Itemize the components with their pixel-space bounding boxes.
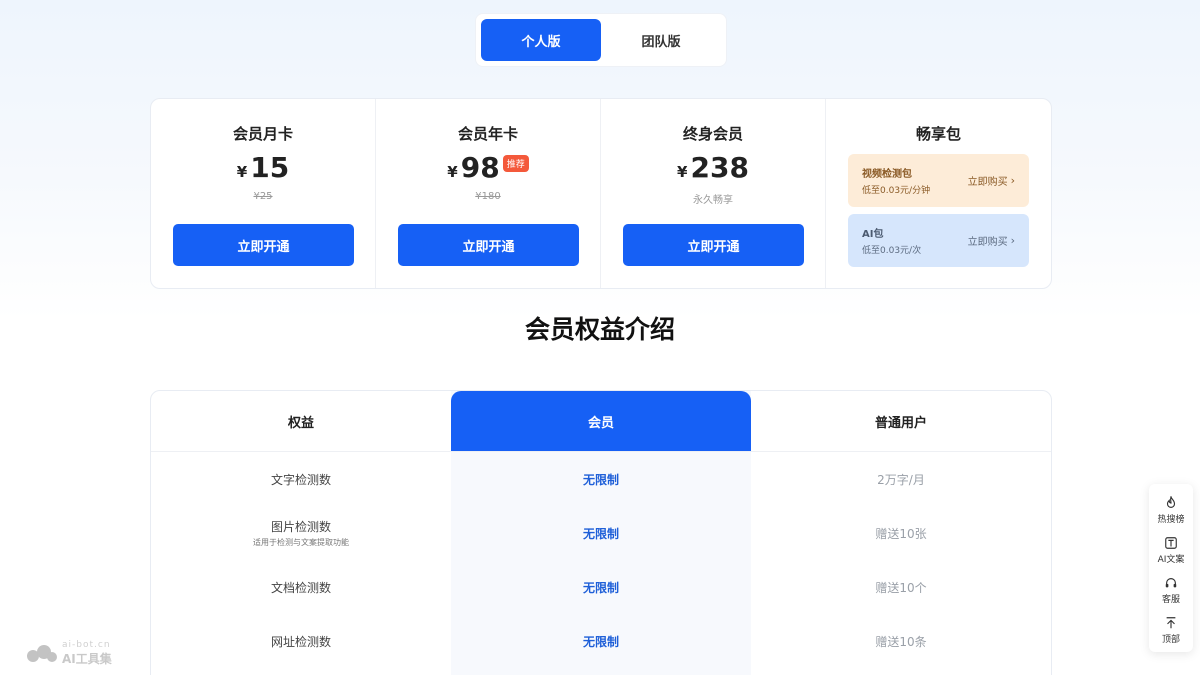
watermark-url: ai-bot.cn bbox=[62, 640, 111, 650]
text-box-icon bbox=[1165, 536, 1177, 549]
ai-copywriting-button[interactable]: AI文案 bbox=[1157, 530, 1185, 570]
activate-yearly-button[interactable]: 立即开通 bbox=[398, 224, 579, 266]
header-member: 会员 bbox=[451, 391, 751, 451]
plan-name: 会员年卡 bbox=[457, 125, 518, 143]
price-row: ¥ 238 bbox=[677, 151, 749, 185]
hot-search-button[interactable]: 热搜榜 bbox=[1157, 490, 1185, 530]
table-row: 文档检测数 无限制 赠送10个 bbox=[151, 560, 1051, 614]
benefit-label: 文档检测数 bbox=[151, 560, 451, 614]
header-benefit: 权益 bbox=[287, 415, 314, 431]
member-value: 无限制 bbox=[582, 526, 619, 541]
edition-tab-switch: 个人版 团队版 bbox=[475, 13, 727, 67]
member-value: 无限制 bbox=[582, 634, 619, 649]
buy-ai-pack-link[interactable]: 立即购买 › bbox=[968, 233, 1015, 248]
price-row: ¥ 15 bbox=[237, 151, 289, 185]
buy-link-label: 立即购买 bbox=[967, 177, 1008, 188]
free-value: 赠送10个 bbox=[875, 580, 927, 595]
plans-panel: 会员月卡 ¥ 15 ¥25 立即开通 会员年卡 ¥ 98 推荐 ¥180 立即开… bbox=[150, 98, 1052, 289]
pack-title: 视频检测包 bbox=[862, 169, 912, 180]
plan-lifetime: 终身会员 ¥ 238 永久畅享 立即开通 bbox=[601, 99, 826, 288]
chevron-right-icon: › bbox=[1010, 174, 1015, 187]
pack-info: 视频检测包 低至0.03元/分钟 bbox=[862, 165, 930, 196]
plan-price: 238 bbox=[690, 151, 749, 184]
table-row: 网址检测数 无限制 赠送10条 bbox=[151, 614, 1051, 668]
table-header: 权益 会员 普通用户 bbox=[151, 391, 1051, 452]
plan-note: 永久畅享 bbox=[693, 195, 733, 206]
pack-subtitle: 低至0.03元/分钟 bbox=[862, 186, 931, 196]
toolbar-label: 热搜榜 bbox=[1157, 514, 1185, 525]
plan-monthly: 会员月卡 ¥ 15 ¥25 立即开通 bbox=[151, 99, 376, 288]
benefit-label: 网址检测数 bbox=[151, 614, 451, 668]
original-price: ¥180 bbox=[475, 191, 501, 202]
fire-icon bbox=[1166, 495, 1176, 508]
customer-service-button[interactable]: 客服 bbox=[1162, 570, 1180, 610]
headset-icon bbox=[1165, 577, 1177, 587]
currency-symbol: ¥ bbox=[447, 163, 458, 181]
tab-team[interactable]: 团队版 bbox=[601, 19, 721, 61]
toolbar-label: AI文案 bbox=[1157, 554, 1185, 565]
plan-name: 终身会员 bbox=[682, 125, 743, 143]
header-free-user: 普通用户 bbox=[874, 415, 927, 431]
table-row: 文字检测数 无限制 2万字/月 bbox=[151, 452, 1051, 506]
robot-logo-icon bbox=[27, 644, 57, 662]
recommend-badge: 推荐 bbox=[502, 155, 529, 172]
plan-name: 会员月卡 bbox=[232, 125, 293, 143]
benefit-name: 文档检测数 bbox=[270, 580, 331, 595]
currency-symbol: ¥ bbox=[236, 163, 248, 181]
benefit-label: 文字检测数 bbox=[151, 452, 451, 506]
toolbar-label: 客服 bbox=[1161, 594, 1180, 605]
activate-monthly-button[interactable]: 立即开通 bbox=[173, 224, 354, 266]
chevron-right-icon: › bbox=[1010, 234, 1015, 247]
watermark: ai-bot.cn AI工具集 bbox=[24, 640, 112, 667]
pack-info: AI包 低至0.03元/次 bbox=[862, 225, 921, 256]
member-value: 无限制 bbox=[582, 580, 619, 595]
ai-pack-card[interactable]: AI包 低至0.03元/次 立即购买 › bbox=[848, 214, 1029, 267]
floating-toolbar: 热搜榜 AI文案 客服 顶部 bbox=[1149, 484, 1193, 652]
pack-title: AI包 bbox=[862, 229, 884, 240]
free-value: 2万字/月 bbox=[877, 472, 925, 487]
benefit-name: 网址检测数 bbox=[270, 634, 331, 649]
original-price: ¥25 bbox=[253, 191, 273, 202]
video-pack-card[interactable]: 视频检测包 低至0.03元/分钟 立即购买 › bbox=[848, 154, 1029, 207]
benefit-name: 图片检测数 bbox=[270, 520, 331, 534]
watermark-name: AI工具集 bbox=[62, 652, 112, 666]
benefits-title: 会员权益介绍 bbox=[524, 315, 675, 344]
plan-packs: 畅享包 视频检测包 低至0.03元/分钟 立即购买 › AI包 低至0.03元/… bbox=[826, 99, 1051, 288]
arrow-up-icon bbox=[1166, 616, 1176, 628]
pack-subtitle: 低至0.03元/次 bbox=[862, 246, 922, 256]
toolbar-label: 顶部 bbox=[1161, 634, 1180, 645]
benefit-label: 图片检测数 适用于检测与文案提取功能 bbox=[151, 506, 451, 560]
plan-yearly: 会员年卡 ¥ 98 推荐 ¥180 立即开通 bbox=[376, 99, 601, 288]
activate-lifetime-button[interactable]: 立即开通 bbox=[623, 224, 804, 266]
table-body: 文字检测数 无限制 2万字/月 图片检测数 适用于检测与文案提取功能 无限制 赠… bbox=[151, 452, 1051, 668]
benefit-note: 适用于检测与文案提取功能 bbox=[253, 538, 349, 547]
benefit-name: 文字检测数 bbox=[270, 472, 331, 487]
free-value: 赠送10张 bbox=[875, 526, 927, 541]
plan-price: 98 bbox=[460, 151, 500, 184]
currency-symbol: ¥ bbox=[677, 163, 688, 181]
free-value: 赠送10条 bbox=[875, 634, 927, 649]
buy-video-pack-link[interactable]: 立即购买 › bbox=[968, 173, 1015, 188]
benefits-table: 权益 会员 普通用户 文字检测数 无限制 2万字/月 图片检测数 适用于检测与文… bbox=[150, 390, 1052, 675]
buy-link-label: 立即购买 bbox=[967, 237, 1008, 248]
plan-price: 15 bbox=[250, 151, 290, 184]
price-row: ¥ 98 推荐 bbox=[447, 151, 529, 185]
watermark-text: ai-bot.cn AI工具集 bbox=[62, 640, 112, 667]
table-row: 图片检测数 适用于检测与文案提取功能 无限制 赠送10张 bbox=[151, 506, 1051, 560]
plan-name: 畅享包 bbox=[915, 125, 961, 143]
back-to-top-button[interactable]: 顶部 bbox=[1162, 610, 1180, 650]
tab-personal[interactable]: 个人版 bbox=[481, 19, 601, 61]
member-value: 无限制 bbox=[582, 472, 619, 487]
